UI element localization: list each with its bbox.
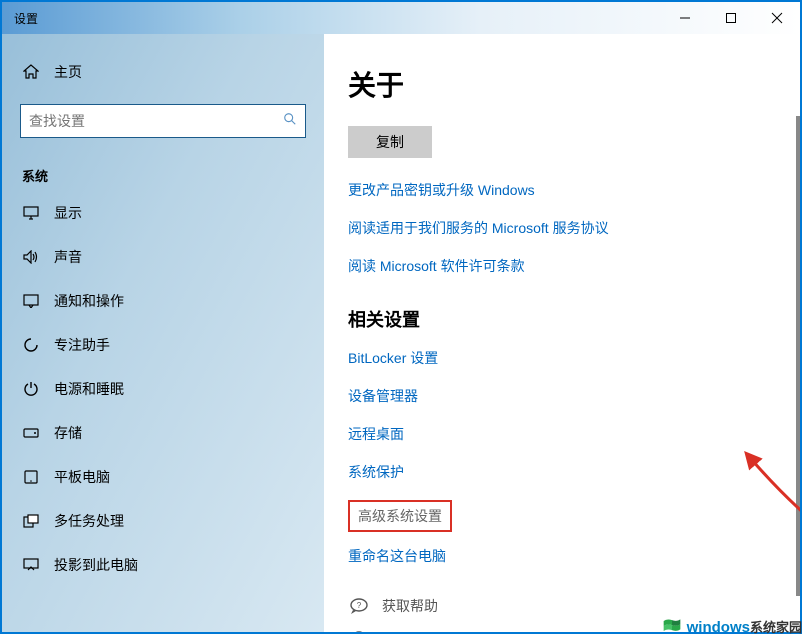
search-input[interactable]	[29, 113, 283, 129]
windows-logo-icon	[661, 616, 683, 636]
focus-icon	[22, 337, 40, 353]
display-icon	[22, 206, 40, 220]
nav-item-storage[interactable]: 存储	[2, 411, 324, 455]
storage-icon	[22, 428, 40, 438]
nav-item-focus[interactable]: 专注助手	[2, 323, 324, 367]
content-area: 主页 系统 显示声音通知和操作专注助手电源和睡眠存储平板电脑多任务处理投影到此电…	[2, 34, 800, 632]
search-icon	[283, 112, 297, 131]
home-link[interactable]: 主页	[2, 54, 324, 90]
sound-icon	[22, 250, 40, 264]
link-item[interactable]: 阅读适用于我们服务的 Microsoft 服务协议	[348, 218, 776, 238]
related-link-item[interactable]: 远程桌面	[348, 424, 776, 444]
scrollbar[interactable]	[796, 116, 800, 596]
settings-window: 设置 主页	[0, 0, 802, 634]
watermark: windows系统家园	[661, 616, 802, 636]
nav-item-label: 声音	[54, 247, 82, 267]
link-item[interactable]: 更改产品密钥或升级 Windows	[348, 180, 776, 200]
nav-item-projection[interactable]: 投影到此电脑	[2, 543, 324, 587]
search-box[interactable]	[20, 104, 306, 138]
related-link-item[interactable]: 重命名这台电脑	[348, 546, 776, 566]
link-list: 更改产品密钥或升级 Windows 阅读适用于我们服务的 Microsoft 服务…	[348, 180, 776, 276]
nav-item-label: 显示	[54, 203, 82, 223]
sidebar: 主页 系统 显示声音通知和操作专注助手电源和睡眠存储平板电脑多任务处理投影到此电…	[2, 34, 324, 632]
window-controls	[662, 2, 800, 34]
nav-item-power[interactable]: 电源和睡眠	[2, 367, 324, 411]
related-settings-title: 相关设置	[348, 306, 776, 332]
related-link-item[interactable]: 设备管理器	[348, 386, 776, 406]
related-link-item[interactable]: 系统保护	[348, 462, 776, 482]
home-label: 主页	[54, 62, 82, 82]
nav-item-tablet[interactable]: 平板电脑	[2, 455, 324, 499]
notification-icon	[22, 294, 40, 308]
category-header: 系统	[2, 158, 324, 191]
nav-item-label: 专注助手	[54, 335, 110, 355]
help-item-label: 提供反馈	[382, 630, 438, 632]
nav-item-label: 投影到此电脑	[54, 555, 138, 575]
projection-icon	[22, 558, 40, 572]
nav-item-label: 平板电脑	[54, 467, 110, 487]
watermark-suffix: 系统家园	[750, 620, 802, 635]
feedback-icon	[348, 631, 370, 632]
help-icon: ?	[348, 597, 370, 615]
link-item[interactable]: 阅读 Microsoft 软件许可条款	[348, 256, 776, 276]
copy-button[interactable]: 复制	[348, 126, 432, 158]
svg-text:?: ?	[357, 601, 362, 610]
related-link-item[interactable]: BitLocker 设置	[348, 348, 776, 368]
nav-item-label: 存储	[54, 423, 82, 443]
minimize-button[interactable]	[662, 2, 708, 34]
nav-item-label: 多任务处理	[54, 511, 124, 531]
watermark-brand: windows	[687, 619, 750, 636]
nav-item-label: 通知和操作	[54, 291, 124, 311]
titlebar: 设置	[2, 2, 800, 34]
related-link-list: BitLocker 设置设备管理器远程桌面系统保护高级系统设置重命名这台电脑	[348, 348, 776, 566]
window-title: 设置	[14, 10, 38, 27]
help-item-help[interactable]: ? 获取帮助	[348, 596, 776, 616]
nav-item-notification[interactable]: 通知和操作	[2, 279, 324, 323]
tablet-icon	[22, 470, 40, 484]
help-item-label: 获取帮助	[382, 596, 438, 616]
nav-item-label: 电源和睡眠	[54, 379, 124, 399]
nav-list: 显示声音通知和操作专注助手电源和睡眠存储平板电脑多任务处理投影到此电脑	[2, 191, 324, 587]
power-icon	[22, 381, 40, 397]
multitask-icon	[22, 514, 40, 528]
main-panel: 关于 复制 更改产品密钥或升级 Windows 阅读适用于我们服务的 Micros…	[324, 34, 800, 632]
nav-item-display[interactable]: 显示	[2, 191, 324, 235]
close-button[interactable]	[754, 2, 800, 34]
nav-item-multitask[interactable]: 多任务处理	[2, 499, 324, 543]
home-icon	[22, 64, 40, 80]
page-title: 关于	[348, 64, 776, 104]
nav-item-sound[interactable]: 声音	[2, 235, 324, 279]
advanced-system-settings-link[interactable]: 高级系统设置	[348, 500, 452, 532]
maximize-button[interactable]	[708, 2, 754, 34]
